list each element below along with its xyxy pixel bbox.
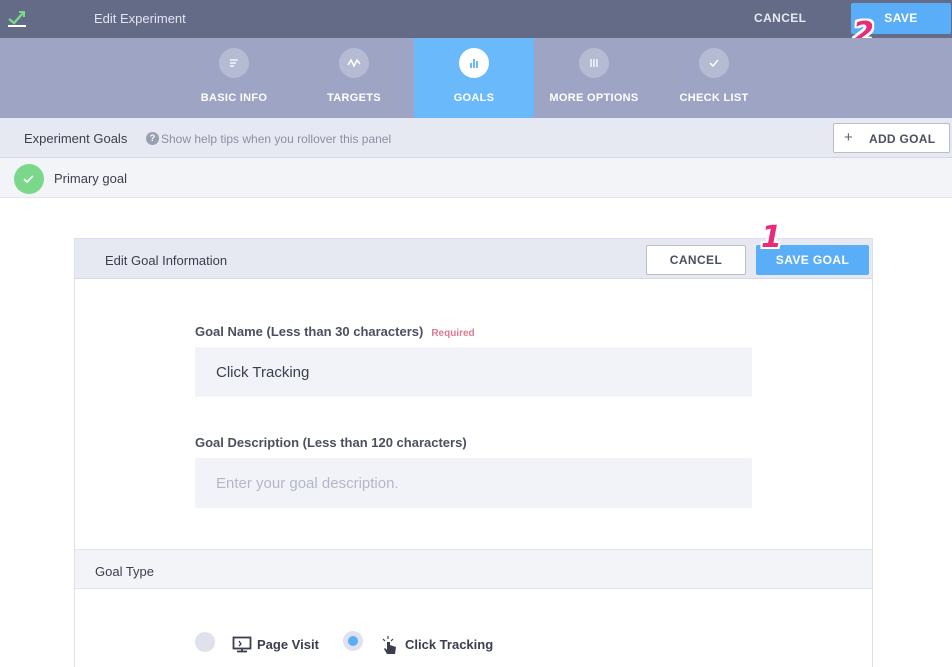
- click-pointer-icon: [381, 635, 399, 660]
- add-goal-label: ADD GOAL: [869, 132, 936, 146]
- add-goal-button[interactable]: + ADD GOAL: [833, 123, 950, 153]
- tab-basic-info[interactable]: BASIC INFO: [174, 38, 294, 118]
- edit-goal-title: Edit Goal Information: [105, 253, 228, 268]
- basic-info-icon: [219, 48, 249, 78]
- edit-goal-header: Edit Goal Information CANCEL SAVE GOAL: [75, 239, 872, 279]
- cancel-goal-button[interactable]: CANCEL: [646, 245, 746, 275]
- page-visit-radio[interactable]: [195, 632, 215, 652]
- experiment-goals-title: Experiment Goals: [24, 131, 128, 146]
- tab-label: MORE OPTIONS: [549, 92, 639, 104]
- step-tabs: BASIC INFO TARGETS GOALS MORE OPTIONS CH…: [0, 38, 952, 118]
- help-tips-text[interactable]: Show help tips when you rollover this pa…: [161, 132, 391, 146]
- tab-label: GOALS: [453, 92, 495, 104]
- step-badge-1: 1: [761, 220, 782, 255]
- app-logo-icon[interactable]: [7, 8, 27, 28]
- targets-icon: [339, 48, 369, 78]
- tab-check-list[interactable]: CHECK LIST: [654, 38, 774, 118]
- tab-label: CHECK LIST: [679, 92, 749, 104]
- click-tracking-label[interactable]: Click Tracking: [405, 637, 493, 652]
- tab-goals[interactable]: GOALS: [414, 38, 534, 118]
- check-list-icon: [699, 48, 729, 78]
- click-tracking-radio[interactable]: [343, 631, 363, 651]
- goals-icon: [459, 48, 489, 78]
- goal-name-input[interactable]: [195, 347, 752, 397]
- tab-targets[interactable]: TARGETS: [294, 38, 414, 118]
- help-icon[interactable]: ?: [146, 132, 159, 145]
- check-icon: [14, 164, 44, 194]
- tab-label: BASIC INFO: [200, 92, 268, 104]
- goal-type-header: Goal Type: [75, 549, 872, 589]
- page-visit-label[interactable]: Page Visit: [257, 637, 319, 652]
- goal-type-title: Goal Type: [95, 564, 155, 579]
- page-title: Edit Experiment: [94, 11, 186, 26]
- primary-goal-row[interactable]: Primary goal: [0, 158, 952, 198]
- monitor-icon: [232, 636, 252, 658]
- tab-more-options[interactable]: MORE OPTIONS: [534, 38, 654, 118]
- primary-goal-label: Primary goal: [54, 171, 127, 186]
- cancel-button[interactable]: CANCEL: [754, 11, 806, 25]
- tab-label: TARGETS: [327, 92, 381, 104]
- edit-goal-panel: Edit Goal Information CANCEL SAVE GOAL G…: [74, 238, 873, 667]
- plus-icon: +: [844, 129, 853, 146]
- goal-description-label: Goal Description (Less than 120 characte…: [195, 435, 467, 450]
- goal-name-label-text: Goal Name (Less than 30 characters): [195, 324, 424, 339]
- more-options-icon: [579, 48, 609, 78]
- goal-description-input[interactable]: [195, 458, 752, 508]
- experiment-goals-bar: Experiment Goals ? Show help tips when y…: [0, 118, 952, 158]
- top-bar: Edit Experiment CANCEL SAVE: [0, 0, 952, 38]
- required-tag: Required: [431, 328, 475, 339]
- goal-name-label: Goal Name (Less than 30 characters) Requi…: [195, 324, 475, 339]
